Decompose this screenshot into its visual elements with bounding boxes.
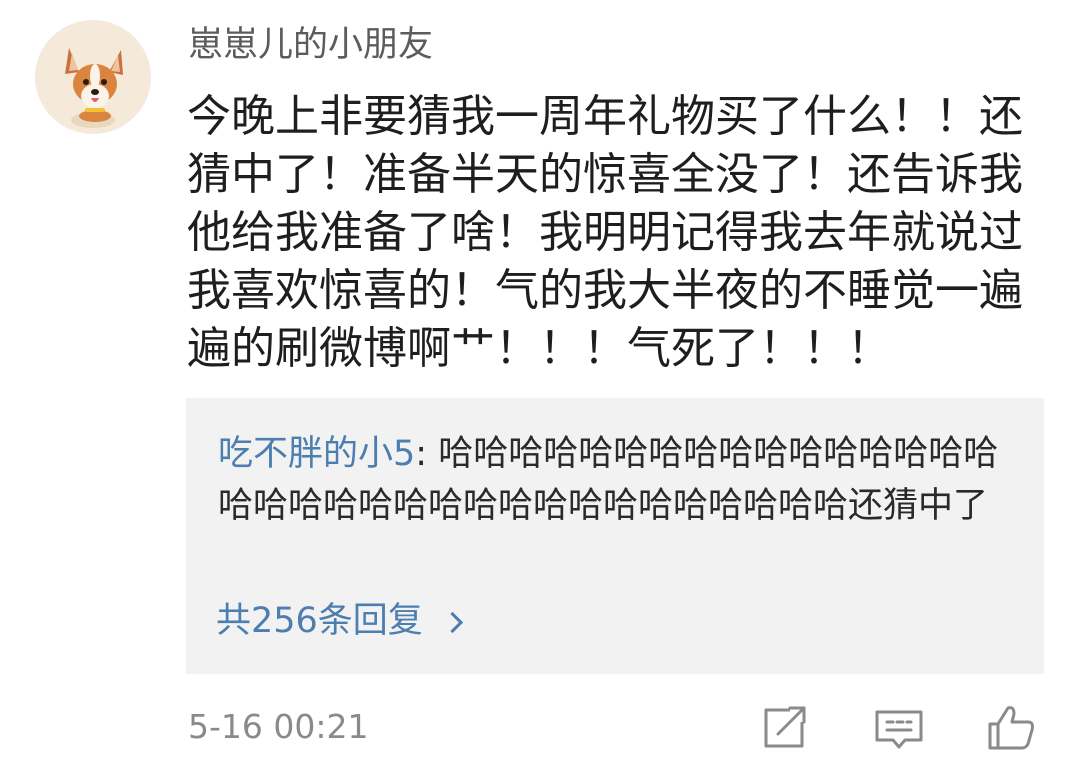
reply-box[interactable]: 吃不胖的小5: 哈哈哈哈哈哈哈哈哈哈哈哈哈哈哈哈哈哈哈哈哈哈哈哈哈哈哈哈哈哈哈哈… [186, 398, 1044, 674]
comment-author[interactable]: 崽崽儿的小朋友 [188, 22, 433, 68]
reply-text: 吃不胖的小5: 哈哈哈哈哈哈哈哈哈哈哈哈哈哈哈哈哈哈哈哈哈哈哈哈哈哈哈哈哈哈哈哈… [218, 428, 1018, 532]
comment-button[interactable] [871, 700, 927, 756]
reply-count-label: 共256条回复 [216, 601, 423, 641]
corgi-avatar-icon [65, 48, 123, 128]
reply-separator: : [415, 434, 439, 474]
share-icon [764, 706, 806, 748]
timestamp: 5-16 00:21 [188, 707, 369, 746]
reply-author[interactable]: 吃不胖的小5 [218, 434, 415, 474]
avatar[interactable] [35, 20, 151, 134]
chevron-right-icon [441, 611, 463, 633]
comment-icon [875, 710, 923, 749]
like-icon [988, 706, 1034, 750]
like-button[interactable] [984, 700, 1040, 756]
share-button[interactable] [756, 700, 812, 756]
view-replies-link[interactable]: 共256条回复 [216, 598, 463, 644]
comment-text: 今晚上非要猜我一周年礼物买了什么！！还猜中了！准备半天的惊喜全没了！还告诉我他给… [187, 91, 1023, 374]
